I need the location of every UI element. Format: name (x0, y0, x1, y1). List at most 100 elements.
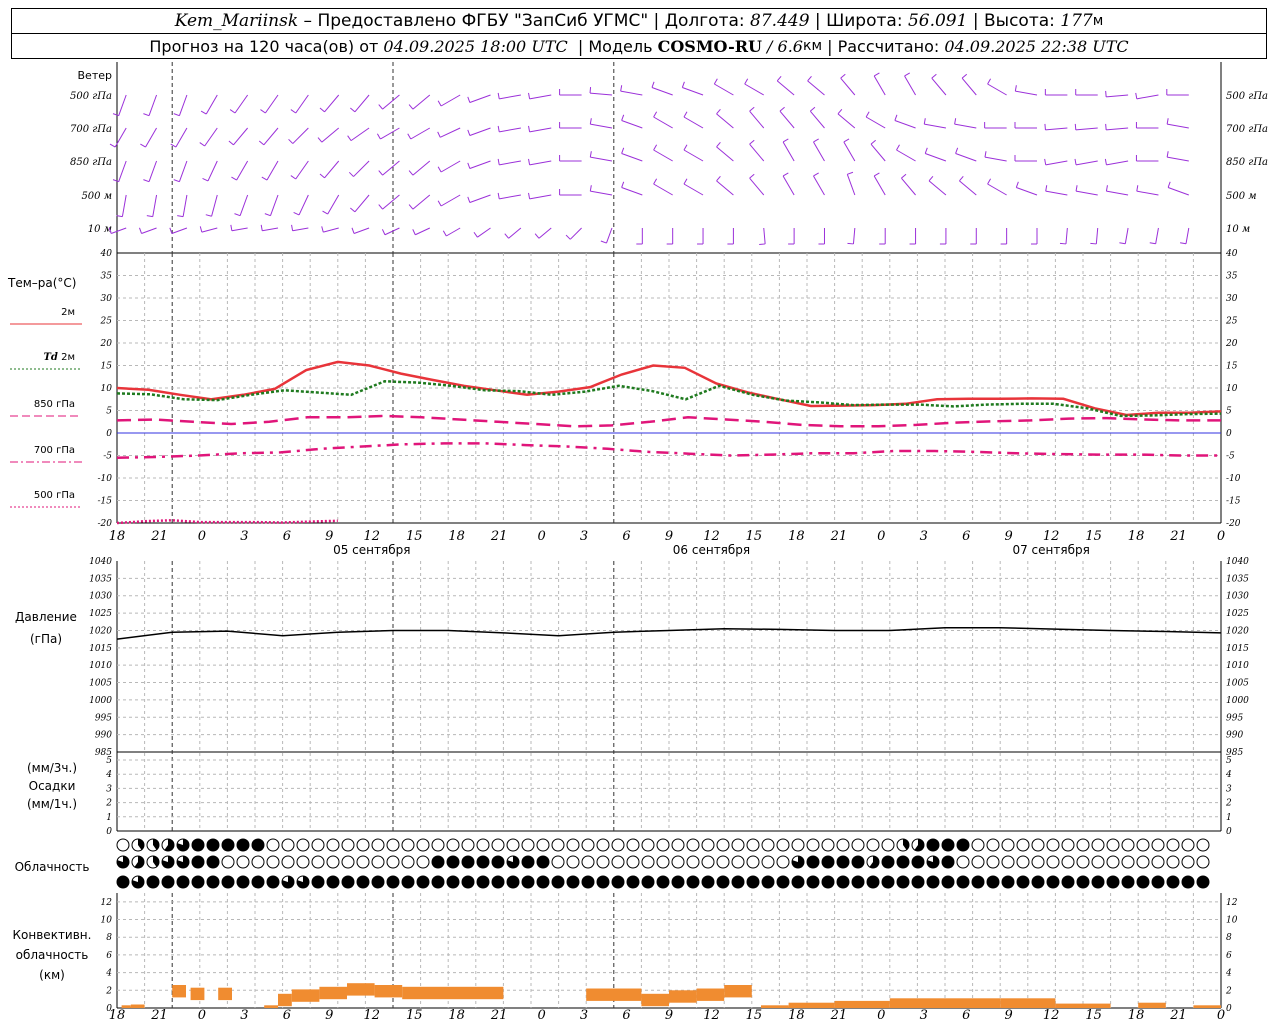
conv-bar (945, 998, 1001, 1008)
wind-barb-staff (763, 227, 766, 244)
cloud-symbol (1106, 855, 1120, 869)
wind-barb (351, 227, 370, 234)
conv-tick-label-right: 4 (1225, 969, 1232, 979)
wind-barb (621, 147, 643, 162)
wind-barb-staff (1136, 190, 1159, 196)
cloud-symbol-fill (1062, 876, 1074, 888)
wind-barb-staff (955, 153, 977, 162)
wind-barb-staff (620, 90, 643, 96)
conv-bar (1000, 998, 1056, 1008)
conv-bar (218, 987, 232, 1001)
cloud-symbol (281, 875, 295, 889)
precip-tick-label-right: 4 (1225, 770, 1232, 780)
pressure-unit: (гПа) (30, 632, 62, 646)
cloud-symbol (731, 855, 745, 869)
wind-barb-flag (1075, 185, 1078, 192)
wind-barb-flag (231, 176, 237, 181)
cloud-symbol (746, 855, 760, 869)
cloud-symbol-fill (1152, 876, 1164, 888)
wind-barb (1135, 92, 1159, 100)
cloud-symbol (821, 875, 835, 889)
wind-barb-flag (813, 172, 819, 177)
time-axis-hour-bottom: 18 (788, 1008, 805, 1023)
wind-barb-flag (904, 72, 911, 77)
wind-barb-flag (955, 147, 959, 154)
wind-barb (381, 227, 400, 236)
precip-tick-label: 5 (106, 756, 112, 766)
cloud-symbol (806, 855, 820, 869)
wind-barb (260, 94, 279, 114)
cloud-symbol-fill (882, 856, 894, 868)
time-axis-hour-bottom: 0 (1217, 1008, 1225, 1023)
cloud-symbol-fill (837, 856, 849, 868)
time-axis-hour: 12 (1043, 529, 1060, 544)
cloud-symbol-fill (537, 876, 549, 888)
wind-barb (228, 127, 249, 146)
wind-barb-staff (327, 194, 340, 215)
wind-barb-flag (290, 109, 297, 114)
wind-barb (442, 227, 461, 237)
wind-barb-staff (321, 127, 340, 143)
cloud-symbol (641, 838, 655, 852)
cloud-symbol (416, 875, 430, 889)
cloud-symbol (911, 875, 925, 889)
cloud-symbol-ring (1121, 838, 1135, 852)
wind-barb-staff (683, 116, 704, 129)
cloud-symbol (1106, 875, 1120, 889)
cloud-symbol (641, 855, 655, 869)
wind-barb-flag (347, 135, 352, 141)
wind-barb (1015, 181, 1038, 196)
cloud-symbol-ring (416, 838, 430, 852)
wind-barb (146, 194, 158, 218)
wind-barb-staff (353, 227, 370, 234)
wind-barb-staff (499, 127, 521, 133)
time-axis-hour: 6 (962, 529, 970, 544)
time-axis-hour: 0 (1217, 529, 1225, 544)
cloud-symbol-fill (897, 876, 909, 888)
cloud-symbol-ring (476, 838, 490, 852)
cloud-symbol-ring (356, 855, 370, 869)
wind-barb-staff (211, 194, 218, 217)
cloud-symbol-ring (1061, 855, 1075, 869)
cloud-symbol-ring (566, 855, 580, 869)
cloud-symbol (251, 875, 265, 889)
wind-barb-staff (382, 94, 400, 110)
time-axis-hour-bottom: 0 (198, 1008, 206, 1023)
cloud-symbol (761, 855, 775, 869)
wind-barb-flag (146, 215, 153, 218)
cloud-symbol (1196, 855, 1210, 869)
wind-barb-staff (1075, 190, 1098, 196)
cloud-symbol-ring (1151, 855, 1165, 869)
cloud-symbol (446, 855, 460, 869)
cloud-title: Облачность (15, 860, 90, 874)
cloud-symbol-ring (1016, 838, 1030, 852)
cloud-symbol-fill (807, 856, 819, 868)
wind-barb-staff (716, 146, 734, 162)
wind-barb-flag (109, 143, 116, 148)
wind-barb-flag (928, 175, 934, 182)
wind-barb-flag (1119, 242, 1126, 245)
cloud-symbol (206, 855, 220, 869)
cloud-symbol (986, 838, 1000, 852)
wind-barb (782, 172, 795, 196)
cloud-symbol-fill (192, 839, 204, 851)
cloud-symbol-ring (596, 838, 610, 852)
cloud-symbol (941, 855, 955, 869)
time-axis-hour: 15 (406, 529, 423, 544)
conv-bar (402, 986, 504, 1000)
wind-barb-staff (896, 149, 916, 162)
cloud-symbol (461, 838, 475, 852)
wind-barb-staff (353, 160, 370, 177)
wind-barb (199, 226, 218, 233)
wind-barb-staff (1155, 227, 1159, 244)
wind-barb (1105, 185, 1129, 196)
cloud-symbol-fill (837, 876, 849, 888)
wind-barb-flag (683, 111, 688, 118)
wind-barb-staff (204, 127, 218, 147)
wind-barb (865, 111, 886, 129)
cloud-symbol (356, 875, 370, 889)
conv-bar (724, 985, 752, 998)
time-axis-hour-bottom: 15 (746, 1008, 763, 1023)
wind-barb (231, 160, 249, 181)
temp-tick-label-right: 30 (1226, 294, 1238, 304)
